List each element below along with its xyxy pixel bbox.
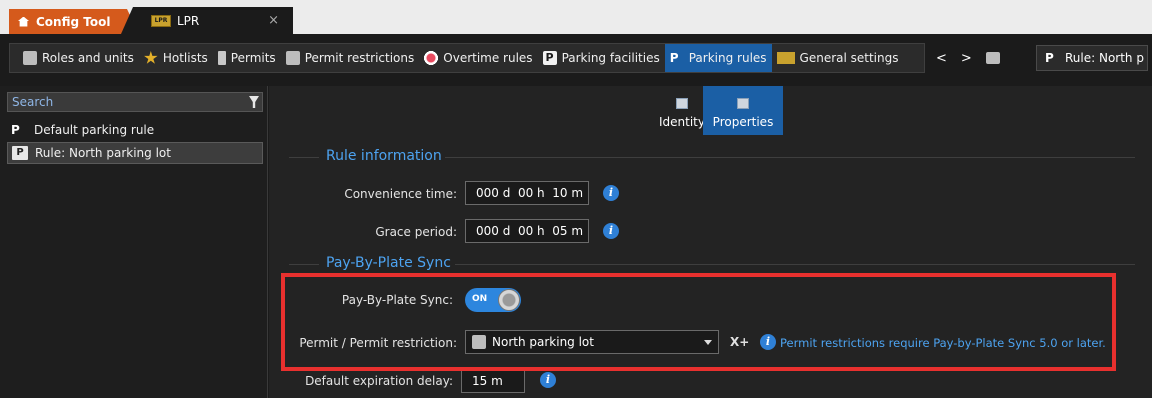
- parking-rule-icon: P: [11, 123, 20, 137]
- tab-identity[interactable]: Identity: [655, 86, 709, 135]
- entity-tree-panel: Search P Default parking rule P Rule: No…: [0, 86, 268, 398]
- toolbar-roles-and-units-label: Roles and units: [42, 51, 134, 65]
- default-expiration-delay-field[interactable]: 15 m: [461, 369, 525, 393]
- section-rule-information: Rule information: [326, 148, 442, 164]
- window-tab-bar: Config Tool LPR LPR ×: [0, 0, 1152, 34]
- section-divider: [445, 157, 1135, 158]
- toolbar-parking-rules[interactable]: P Parking rules: [664, 44, 772, 72]
- search-placeholder: Search: [12, 95, 54, 109]
- tab-identity-label: Identity: [659, 115, 705, 129]
- properties-icon: [737, 98, 749, 109]
- section-divider: [455, 264, 1135, 265]
- toolbar-permit-restrictions-label: Permit restrictions: [304, 51, 415, 65]
- toolbar-roles-and-units[interactable]: Roles and units: [18, 44, 139, 72]
- tab-config-tool[interactable]: Config Tool: [9, 9, 139, 34]
- section-divider: [289, 264, 319, 265]
- parking-rule-icon: P: [12, 146, 28, 160]
- back-arrow-icon[interactable]: <: [936, 51, 947, 66]
- tab-properties-label: Properties: [712, 115, 774, 129]
- navigation-arrows: < >: [936, 43, 1000, 73]
- info-icon[interactable]: i: [540, 372, 556, 388]
- section-pay-by-plate-sync: Pay-By-Plate Sync: [326, 255, 451, 271]
- toolbar-permit-restrictions[interactable]: Permit restrictions: [281, 44, 420, 72]
- parking-facility-icon: P: [542, 51, 557, 65]
- toolbar-overtime-rules-label: Overtime rules: [443, 51, 533, 65]
- permit-restriction-icon: [285, 51, 300, 65]
- highlight-box: [281, 273, 1116, 371]
- toolbar-overtime-rules[interactable]: Overtime rules: [419, 44, 537, 72]
- filter-icon[interactable]: [249, 96, 259, 108]
- convenience-time-label: Convenience time:: [344, 187, 457, 201]
- info-icon[interactable]: i: [603, 223, 619, 239]
- lpr-toolbar: Roles and units Hotlists Permits Permit …: [9, 43, 925, 73]
- toolbar-parking-facilities[interactable]: P Parking facilities: [538, 44, 665, 72]
- toolbar-hotlists[interactable]: Hotlists: [139, 44, 213, 72]
- tab-config-tool-label: Config Tool: [36, 14, 111, 29]
- tab-lpr-label: LPR: [177, 13, 200, 28]
- grace-period-field[interactable]: 000 d 00 h 05 m: [465, 219, 589, 243]
- tab-lpr[interactable]: LPR LPR ×: [121, 7, 293, 34]
- toolbar-permits-label: Permits: [230, 51, 276, 65]
- section-divider: [289, 157, 319, 158]
- lpr-icon: [776, 52, 795, 64]
- hotlist-star-icon: [144, 51, 158, 64]
- toolbar-general-settings-label: General settings: [799, 51, 899, 65]
- toolbar-parking-rules-label: Parking rules: [688, 51, 767, 65]
- rule-breadcrumb-label: Rule: North p: [1065, 51, 1144, 65]
- roles-icon: [23, 51, 37, 65]
- tab-properties[interactable]: Properties: [703, 86, 783, 135]
- overtime-icon: [424, 51, 439, 65]
- home-icon: [18, 16, 29, 27]
- parking-rule-icon: P: [669, 51, 679, 65]
- parking-rule-icon: P: [1045, 51, 1054, 65]
- toolbar-general-settings[interactable]: General settings: [772, 44, 904, 72]
- grace-period-label: Grace period:: [375, 225, 457, 239]
- default-expiration-delay-label: Default expiration delay:: [305, 374, 453, 388]
- info-icon[interactable]: i: [603, 185, 619, 201]
- lpr-icon: LPR: [151, 14, 171, 27]
- tree-item-north-parking-lot[interactable]: P Rule: North parking lot: [7, 142, 263, 164]
- permit-icon: [217, 51, 226, 65]
- close-icon[interactable]: ×: [268, 13, 279, 28]
- pin-icon[interactable]: [985, 52, 1000, 64]
- toolbar-permits[interactable]: Permits: [213, 44, 281, 72]
- toolbar-hotlists-label: Hotlists: [162, 51, 208, 65]
- tree-item-label: Rule: North parking lot: [35, 146, 171, 160]
- search-input[interactable]: Search: [7, 92, 263, 112]
- tree-item-label: Default parking rule: [34, 123, 155, 137]
- forward-arrow-icon[interactable]: >: [961, 51, 972, 66]
- rule-breadcrumb[interactable]: P Rule: North p: [1036, 45, 1148, 71]
- tree-item-default-parking-rule[interactable]: P Default parking rule: [7, 119, 263, 141]
- convenience-time-field[interactable]: 000 d 00 h 10 m: [465, 181, 589, 205]
- toolbar-parking-facilities-label: Parking facilities: [561, 51, 660, 65]
- identity-icon: [676, 98, 688, 109]
